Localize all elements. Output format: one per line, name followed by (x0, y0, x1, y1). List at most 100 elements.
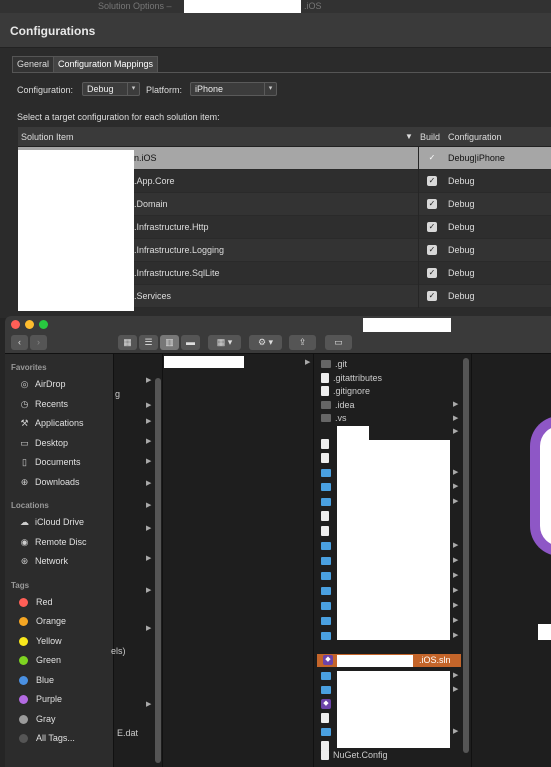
column-header-build[interactable]: Build (420, 132, 440, 142)
configuration-select[interactable]: Debug ▾ (82, 82, 140, 96)
build-checkbox[interactable]: ✓ (427, 222, 437, 232)
file-name: .git (335, 359, 348, 369)
gear-icon[interactable]: ⚙ ▾ (249, 335, 282, 350)
back-button[interactable]: ‹ (11, 335, 28, 350)
folder-icon (321, 615, 331, 627)
chevron-right-icon: ▶ (146, 418, 152, 425)
sidebar-item-network[interactable]: ⊛ Network (19, 554, 68, 568)
configuration-cell[interactable]: Debug (448, 291, 475, 301)
applications-icon: ⚒ (20, 417, 29, 428)
folder-icon (321, 414, 331, 422)
sort-chevron-icon[interactable]: ▼ (405, 132, 413, 141)
sidebar-item-documents[interactable]: ▯ Documents (19, 455, 81, 469)
column-view-icon[interactable]: ▥ (160, 335, 179, 350)
build-checkbox[interactable]: ✓ (427, 268, 437, 278)
chevron-right-icon: ▶ (453, 617, 459, 624)
chevron-right-icon: ▶ (453, 401, 459, 408)
sidebar-item-recents[interactable]: ◷ Recents (19, 397, 68, 411)
build-checkbox[interactable]: ✓ (427, 176, 437, 186)
download-icon: ⊕ (20, 476, 29, 487)
sidebar-item-remote-disc[interactable]: ◉ Remote Disc (19, 535, 87, 549)
list-item[interactable]: .vs (321, 412, 347, 424)
sidebar-tag-purple[interactable]: Purple (19, 692, 62, 706)
chevron-right-icon: ▶ (453, 587, 459, 594)
chevron-right-icon: ▶ (453, 602, 459, 609)
column-header-solution-item[interactable]: Solution Item (21, 132, 74, 142)
column-divider (418, 262, 419, 285)
share-icon[interactable]: ⇪ (289, 335, 316, 350)
configuration-cell[interactable]: Debug (448, 268, 475, 278)
gallery-view-icon[interactable]: ▬ (181, 335, 200, 350)
folder-icon (321, 585, 331, 597)
group-by-icon[interactable]: ▦ ▾ (208, 335, 241, 350)
clock-icon: ◷ (20, 398, 29, 409)
solution-item-name: n.iOS (134, 153, 157, 163)
chevron-down-icon: ▾ (264, 83, 276, 95)
forward-button[interactable]: › (30, 335, 47, 350)
list-item[interactable]: NuGet.Config (321, 749, 388, 761)
configuration-cell[interactable]: Debug (448, 245, 475, 255)
tab-divider (12, 72, 551, 73)
sidebar-item-desktop[interactable]: ▭ Desktop (19, 436, 68, 450)
redacted-block (337, 440, 450, 640)
visual-studio-logo-icon (530, 416, 551, 556)
file-icon (321, 712, 329, 724)
build-checkbox[interactable]: ✓ (427, 245, 437, 255)
column-header-configuration[interactable]: Configuration (448, 132, 502, 142)
build-checkbox[interactable]: ✓ (427, 199, 437, 209)
vertical-scrollbar[interactable] (463, 358, 469, 753)
vs-solution-icon: ◆ (321, 698, 331, 710)
blue-tag-dot-icon (19, 675, 28, 685)
chevron-right-icon: ▶ (146, 502, 152, 509)
file-icon (321, 438, 329, 450)
solution-item-name: .Domain (134, 199, 168, 209)
file-icon (321, 510, 329, 522)
chevron-right-icon: ▶ (146, 402, 152, 409)
close-button[interactable] (11, 320, 20, 329)
list-item[interactable]: .git (321, 358, 347, 370)
tab-general[interactable]: General (12, 56, 55, 72)
configuration-cell[interactable]: Debug (448, 199, 475, 209)
icon-view-icon[interactable]: ▦ (118, 335, 137, 350)
configuration-cell[interactable]: Debug|iPhone (448, 153, 505, 163)
folder-icon (321, 600, 331, 612)
vs-solution-icon: ◆ (323, 655, 333, 665)
platform-select[interactable]: iPhone ▾ (190, 82, 277, 96)
minimize-button[interactable] (25, 320, 34, 329)
configuration-cell[interactable]: Debug (448, 222, 475, 232)
sidebar-item-label: All Tags... (36, 733, 75, 743)
favorites-section-label: Favorites (11, 363, 47, 372)
sidebar-tag-gray[interactable]: Gray (19, 712, 56, 726)
locations-section-label: Locations (11, 501, 49, 510)
vertical-scrollbar[interactable] (155, 378, 161, 763)
cloud-icon: ☁ (20, 516, 29, 527)
sidebar-item-icloud-drive[interactable]: ☁ iCloud Drive (19, 515, 84, 529)
sidebar-tag-red[interactable]: Red (19, 595, 53, 609)
table-header: Solution Item ▼ Build Configuration (18, 127, 551, 147)
file-name: .iOS.sln (419, 655, 451, 665)
list-item[interactable]: .idea (321, 399, 355, 411)
list-view-icon[interactable]: ☰ (139, 335, 158, 350)
sidebar-item-label: Downloads (35, 477, 80, 487)
chevron-down-icon: ▾ (127, 83, 139, 95)
redacted-block (164, 356, 244, 368)
sidebar-item-downloads[interactable]: ⊕ Downloads (19, 475, 80, 489)
chevron-right-icon: ▶ (453, 728, 459, 735)
configuration-cell[interactable]: Debug (448, 176, 475, 186)
sidebar-item-airdrop[interactable]: ◎ AirDrop (19, 377, 66, 391)
build-checkbox[interactable]: ✓ (427, 153, 437, 163)
list-item[interactable]: .gitignore (321, 385, 370, 397)
list-item[interactable]: .gitattributes (321, 372, 382, 384)
sidebar-tag-yellow[interactable]: Yellow (19, 634, 62, 648)
solution-item-name: .App.Core (134, 176, 175, 186)
build-checkbox[interactable]: ✓ (427, 291, 437, 301)
sidebar-tag-blue[interactable]: Blue (19, 673, 54, 687)
redacted-block (184, 0, 301, 13)
sidebar-item-applications[interactable]: ⚒ Applications (19, 416, 83, 430)
sidebar-tag-orange[interactable]: Orange (19, 614, 66, 628)
tag-icon[interactable]: ▭ (325, 335, 352, 350)
tab-configuration-mappings[interactable]: Configuration Mappings (53, 56, 159, 72)
sidebar-tag-green[interactable]: Green (19, 653, 61, 667)
zoom-button[interactable] (39, 320, 48, 329)
sidebar-item-all-tags[interactable]: All Tags... (19, 731, 75, 745)
